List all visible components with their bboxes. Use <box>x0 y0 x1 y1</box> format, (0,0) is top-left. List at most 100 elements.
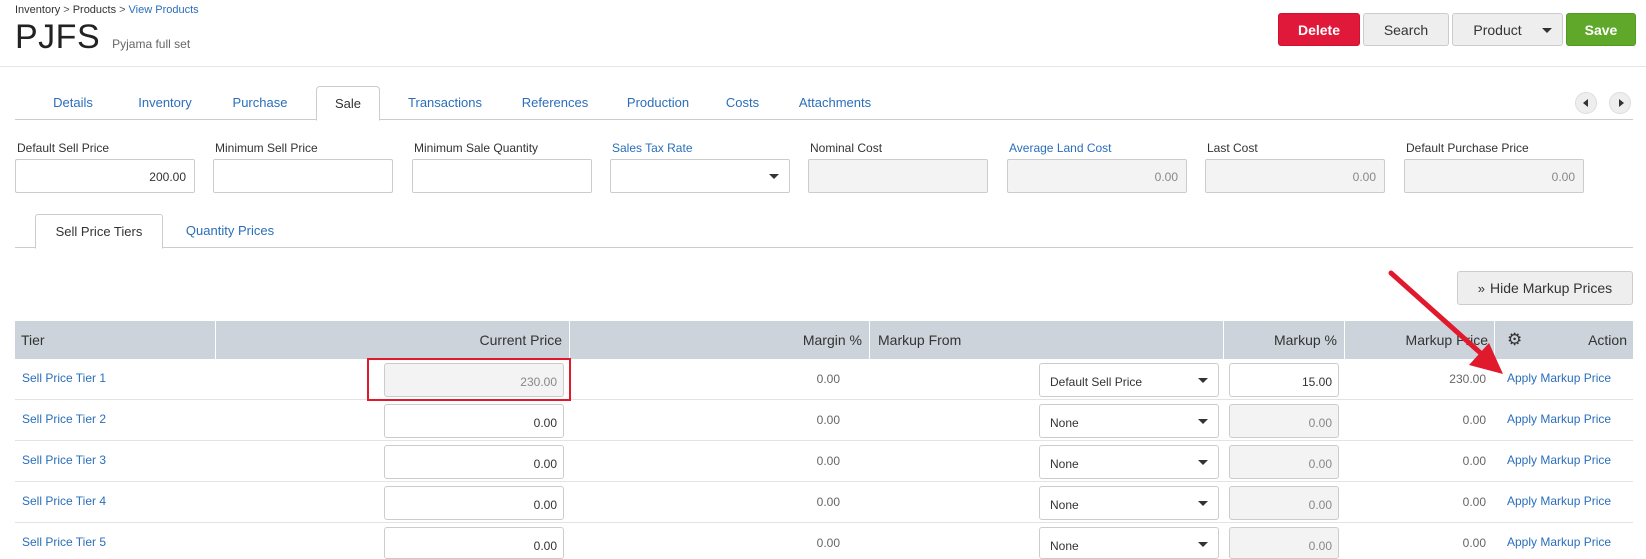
column-header-action-label: Action <box>1588 332 1627 348</box>
tab-sell-price-tiers[interactable]: Sell Price Tiers <box>35 214 163 249</box>
column-header-action: ⚙ Action <box>1495 321 1633 359</box>
column-header-markup-from: Markup From <box>870 321 1224 359</box>
column-header-tier: Tier <box>15 321 216 359</box>
caret-down-icon <box>769 174 779 179</box>
tab-inventory[interactable]: Inventory <box>129 86 201 121</box>
current-price-input[interactable]: 0.00 <box>384 527 564 559</box>
current-price-input[interactable]: 0.00 <box>384 445 564 479</box>
markup-from-select[interactable]: None <box>1039 404 1219 438</box>
default-sell-price-label: Default Sell Price <box>17 141 110 155</box>
column-header-markup-pct: Markup % <box>1224 321 1345 359</box>
breadcrumb-products[interactable]: Products <box>73 4 116 16</box>
tier-link[interactable]: Sell Price Tier 1 <box>22 371 106 385</box>
default-purchase-price-input: 0.00 <box>1404 159 1584 193</box>
product-dropdown-button[interactable]: Product <box>1452 13 1563 46</box>
markup-price-value: 0.00 <box>1462 536 1486 550</box>
current-price-input[interactable]: 0.00 <box>384 486 564 520</box>
tab-details[interactable]: Details <box>43 86 103 121</box>
breadcrumb-inventory[interactable]: Inventory <box>15 4 60 16</box>
tabs-scroll-left-button[interactable] <box>1575 92 1597 114</box>
margin-value: 0.00 <box>816 454 840 468</box>
markup-price-value: 0.00 <box>1462 454 1486 468</box>
arrow-right-icon <box>1619 99 1624 107</box>
tier-link[interactable]: Sell Price Tier 4 <box>22 494 106 508</box>
average-land-cost-input: 0.00 <box>1007 159 1187 193</box>
markup-pct-input: 0.00 <box>1229 445 1339 479</box>
tab-references[interactable]: References <box>514 86 596 121</box>
markup-pct-input[interactable]: 15.00 <box>1229 363 1339 397</box>
nominal-cost-input <box>808 159 988 193</box>
last-cost-label: Last Cost <box>1207 141 1258 155</box>
tab-quantity-prices[interactable]: Quantity Prices <box>178 214 282 249</box>
table-row: Sell Price Tier 3 0.00 0.00 None 0.00 0.… <box>15 441 1633 482</box>
markup-from-value: Default Sell Price <box>1050 375 1143 389</box>
markup-from-select[interactable]: None <box>1039 527 1219 559</box>
table-row: Sell Price Tier 2 0.00 0.00 None 0.00 0.… <box>15 400 1633 441</box>
markup-from-value: None <box>1050 457 1079 471</box>
markup-pct-input: 0.00 <box>1229 404 1339 438</box>
caret-down-icon <box>1198 419 1208 424</box>
markup-from-value: None <box>1050 498 1079 512</box>
highlight-box <box>367 358 571 401</box>
markup-from-select[interactable]: Default Sell Price <box>1039 363 1219 397</box>
markup-from-select[interactable]: None <box>1039 486 1219 520</box>
breadcrumb: Inventory > Products > View Products <box>15 4 199 16</box>
sales-tax-rate-select[interactable] <box>610 159 790 193</box>
header-divider <box>0 66 1646 67</box>
apply-markup-price-link[interactable]: Apply Markup Price <box>1507 371 1611 385</box>
tab-transactions[interactable]: Transactions <box>401 86 489 121</box>
margin-value: 0.00 <box>816 495 840 509</box>
tier-link[interactable]: Sell Price Tier 2 <box>22 412 106 426</box>
default-sell-price-input[interactable]: 200.00 <box>15 159 195 193</box>
minimum-sell-price-label: Minimum Sell Price <box>215 141 318 155</box>
nominal-cost-label: Nominal Cost <box>810 141 883 155</box>
margin-value: 0.00 <box>816 372 840 386</box>
sales-tax-rate-label[interactable]: Sales Tax Rate <box>612 141 693 155</box>
tier-link[interactable]: Sell Price Tier 3 <box>22 453 106 467</box>
breadcrumb-separator: > <box>119 4 126 16</box>
tab-attachments[interactable]: Attachments <box>791 86 879 121</box>
tabs-scroll-right-button[interactable] <box>1609 92 1631 114</box>
minimum-sell-price-input[interactable] <box>213 159 393 193</box>
column-header-margin: Margin % <box>570 321 870 359</box>
table-row: Sell Price Tier 4 0.00 0.00 None 0.00 0.… <box>15 482 1633 523</box>
tab-costs[interactable]: Costs <box>720 86 765 121</box>
price-subtabs: Sell Price Tiers Quantity Prices <box>15 214 1633 249</box>
margin-value: 0.00 <box>816 536 840 550</box>
delete-button[interactable]: Delete <box>1278 13 1360 46</box>
caret-down-icon <box>1198 460 1208 465</box>
markup-from-value: None <box>1050 539 1079 553</box>
page-subtitle: Pyjama full set <box>112 37 191 51</box>
apply-markup-price-link[interactable]: Apply Markup Price <box>1507 494 1611 508</box>
annotation-arrow-icon <box>1388 270 1503 374</box>
current-price-input[interactable]: 0.00 <box>384 404 564 438</box>
tab-purchase[interactable]: Purchase <box>225 86 295 121</box>
column-header-current-price: Current Price <box>216 321 570 359</box>
save-button[interactable]: Save <box>1566 13 1636 46</box>
main-tabs: Details Inventory Purchase Sale Transact… <box>15 86 1633 121</box>
margin-value: 0.00 <box>816 413 840 427</box>
caret-down-icon <box>1198 501 1208 506</box>
breadcrumb-view-products[interactable]: View Products <box>129 4 199 16</box>
caret-down-icon <box>1198 378 1208 383</box>
search-button[interactable]: Search <box>1363 13 1449 46</box>
tier-link[interactable]: Sell Price Tier 5 <box>22 535 106 549</box>
tab-production[interactable]: Production <box>618 86 698 121</box>
apply-markup-price-link[interactable]: Apply Markup Price <box>1507 412 1611 426</box>
markup-from-select[interactable]: None <box>1039 445 1219 479</box>
last-cost-input: 0.00 <box>1205 159 1385 193</box>
breadcrumb-separator: > <box>63 4 70 16</box>
caret-down-icon <box>1542 28 1552 33</box>
default-purchase-price-label: Default Purchase Price <box>1406 141 1529 155</box>
caret-down-icon <box>1198 542 1208 547</box>
apply-markup-price-link[interactable]: Apply Markup Price <box>1507 453 1611 467</box>
markup-from-value: None <box>1050 416 1079 430</box>
apply-markup-price-link[interactable]: Apply Markup Price <box>1507 535 1611 549</box>
table-row: Sell Price Tier 5 0.00 0.00 None 0.00 0.… <box>15 523 1633 559</box>
average-land-cost-label[interactable]: Average Land Cost <box>1009 141 1112 155</box>
minimum-sale-quantity-input[interactable] <box>412 159 592 193</box>
arrow-left-icon <box>1583 99 1588 107</box>
tab-sale[interactable]: Sale <box>316 86 380 121</box>
toolbar: Delete Search Product Save <box>1278 13 1636 46</box>
markup-price-value: 0.00 <box>1462 413 1486 427</box>
